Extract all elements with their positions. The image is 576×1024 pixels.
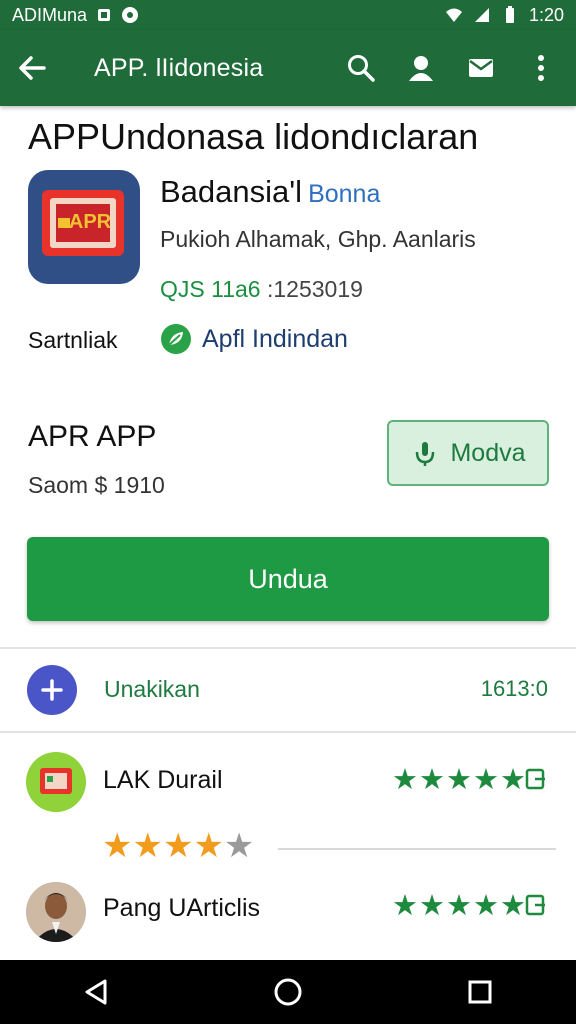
star-empty: ★	[223, 827, 255, 865]
open-review-icon[interactable]	[525, 768, 547, 790]
app-bar-actions	[344, 51, 576, 85]
review-item[interactable]: Pang UArticlis ★★★★★	[0, 882, 576, 952]
arrow-back-icon	[19, 56, 46, 80]
open-review-icon[interactable]	[525, 894, 547, 916]
app-icon: APR	[28, 170, 140, 284]
notification-icon	[98, 9, 111, 21]
app-subtitle: Pukioh Alhamak, Ghp. Aanlaris	[160, 226, 476, 252]
person-avatar-icon	[26, 882, 86, 942]
circle-home-icon	[274, 978, 302, 1006]
mail-button[interactable]	[464, 51, 498, 85]
section-subtitle: Saom $ 1910	[28, 472, 165, 498]
download-button[interactable]: Undua	[27, 537, 549, 621]
app-name-text: Badansia'l	[160, 174, 303, 209]
account-button[interactable]	[404, 51, 438, 85]
more-vert-icon	[538, 55, 544, 81]
app-bar: APP. lIidonesia	[0, 30, 576, 106]
modify-button[interactable]: Modva	[387, 420, 549, 486]
modify-button-label: Modva	[450, 438, 526, 467]
divider	[0, 731, 576, 733]
divider	[0, 647, 576, 649]
search-button[interactable]	[344, 51, 378, 85]
triangle-back-icon	[85, 979, 107, 1005]
app-icon-text: APR	[69, 211, 112, 233]
add-row-value: 1613:0	[480, 676, 548, 701]
plus-icon	[41, 679, 63, 701]
status-carrier-text: ADIMuna	[12, 4, 88, 25]
status-left: ADIMuna	[12, 5, 139, 26]
review-avatar-icon	[40, 768, 72, 794]
meta-link-text: Apfl Indindan	[202, 324, 348, 353]
signal-icon	[474, 8, 489, 22]
system-nav-bar	[0, 960, 576, 1024]
nav-back-button[interactable]	[66, 962, 126, 1022]
star-rating: ★★★★★	[392, 890, 527, 922]
app-id: QJS 11a6 :1253019	[160, 276, 363, 303]
record-icon	[122, 7, 139, 23]
star-rating: ★★★★★	[392, 764, 527, 796]
meta-label: Sartnliak	[28, 327, 118, 353]
more-options-button[interactable]	[524, 51, 558, 85]
meta-link[interactable]: Apfl Indindan	[160, 323, 348, 355]
app-tag-link[interactable]: Bonna	[308, 180, 380, 208]
microphone-icon	[416, 442, 435, 466]
account-icon	[409, 56, 433, 81]
app-id-code: QJS 11a6	[160, 276, 261, 302]
review-author: Pang UArticlis	[103, 894, 260, 922]
rating-bar-stars: ★★★★★	[102, 826, 254, 866]
rating-divider	[278, 848, 556, 850]
wifi-icon	[445, 8, 462, 22]
add-row-label: Unakikan	[104, 676, 200, 702]
app-id-number: :1253019	[266, 276, 363, 302]
nav-recents-button[interactable]	[450, 962, 510, 1022]
app-logo-icon: APR	[42, 190, 124, 256]
status-right: 1:20	[445, 5, 564, 26]
status-bar: ADIMuna 1:20	[0, 0, 576, 30]
battery-icon	[505, 6, 514, 23]
section-title: APR APP	[28, 420, 157, 453]
review-author: LAK Durail	[103, 766, 223, 794]
leaf-badge-icon	[161, 324, 191, 354]
star-filled: ★★★★	[102, 827, 224, 865]
app-name: Badansia'l Bonna	[160, 174, 380, 210]
search-icon	[348, 55, 375, 82]
avatar	[26, 752, 86, 812]
add-icon	[27, 665, 77, 715]
square-recents-icon	[468, 980, 492, 1004]
app-bar-title: APP. lIidonesia	[94, 53, 264, 82]
status-time: 1:20	[528, 4, 564, 25]
back-button[interactable]	[0, 30, 64, 106]
page-title: APPUndonasa lidondıclaran	[28, 116, 479, 157]
add-row[interactable]: Unakikan 1613:0	[0, 650, 576, 730]
review-item[interactable]: LAK Durail ★★★★★	[0, 752, 576, 822]
nav-home-button[interactable]	[258, 962, 318, 1022]
avatar	[26, 882, 86, 942]
mail-icon	[469, 59, 493, 77]
